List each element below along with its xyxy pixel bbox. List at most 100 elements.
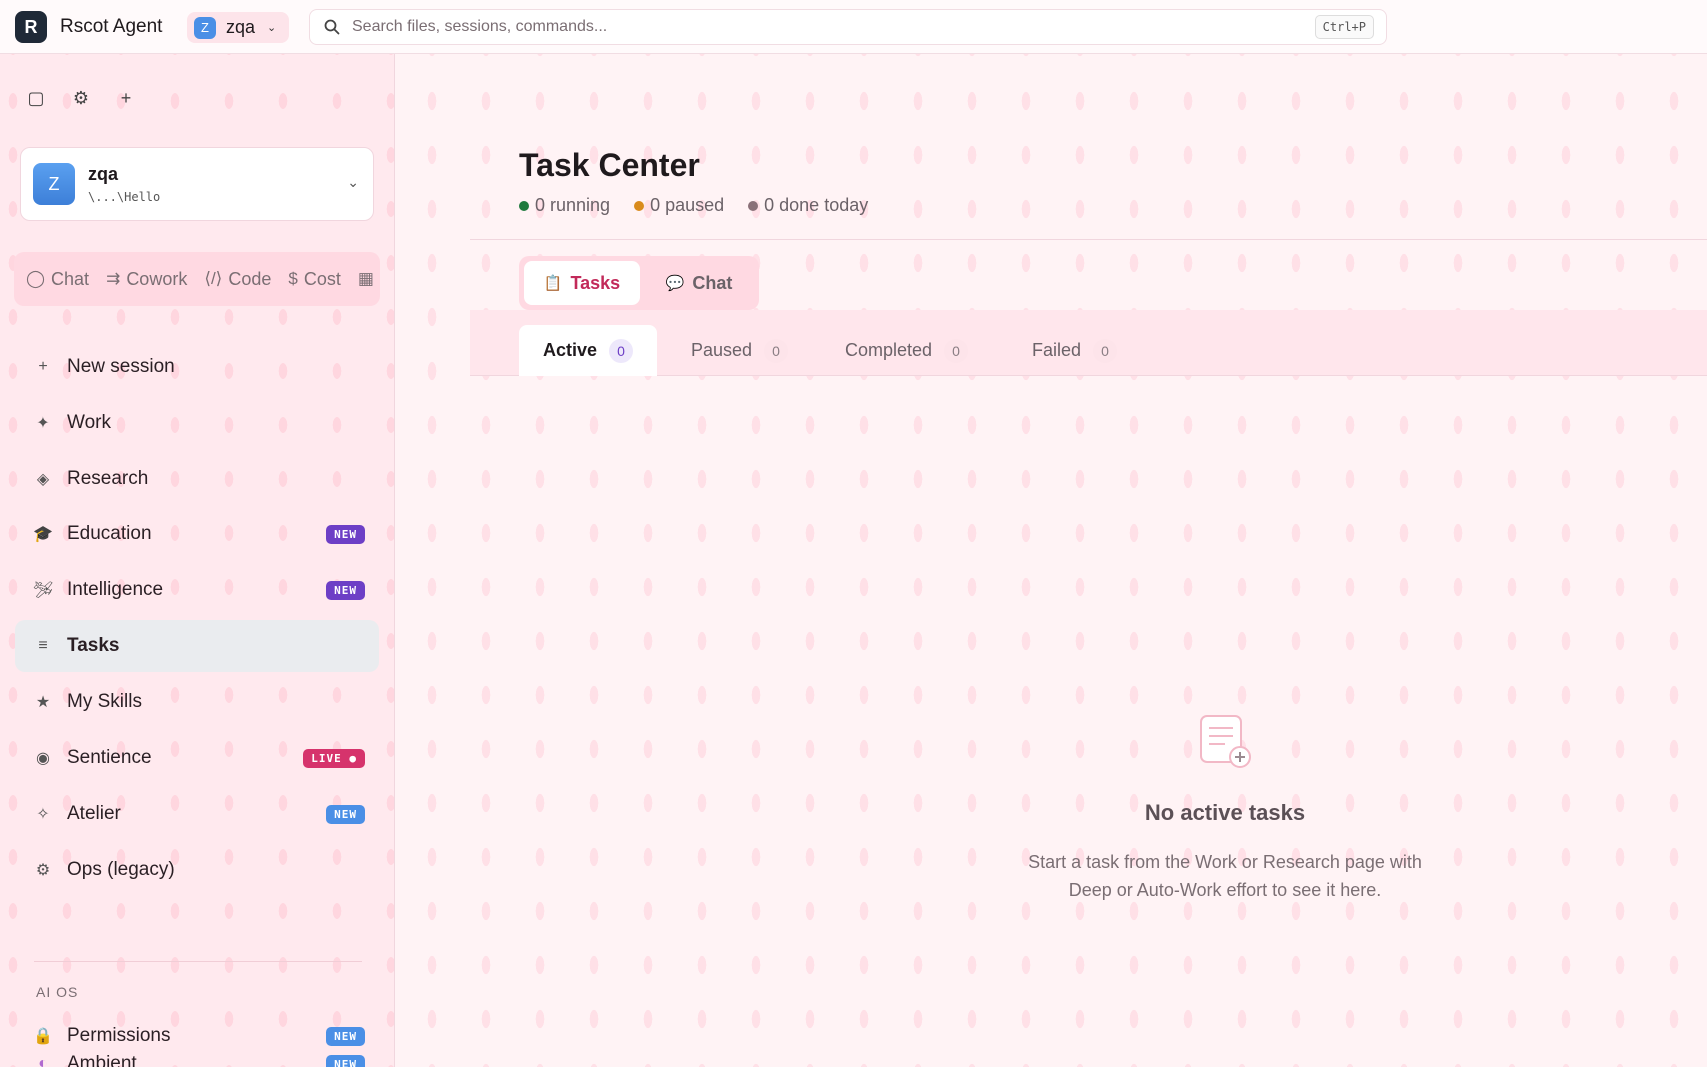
sidebar-item-ambient[interactable]: ◐ Ambient NEW bbox=[15, 1039, 379, 1067]
add-button[interactable]: + bbox=[113, 85, 139, 111]
main-content: Task Center 0 running 0 paused 0 done to… bbox=[395, 54, 1707, 1067]
sidebar-item-tasks[interactable]: ≡ Tasks bbox=[15, 620, 379, 672]
search-shortcut: Ctrl+P bbox=[1314, 15, 1374, 39]
page-title: Task Center bbox=[519, 147, 700, 183]
dollar-icon: $ bbox=[288, 269, 298, 288]
workspace-path: \...\Hello bbox=[88, 190, 161, 204]
sidebar-item-label: Education bbox=[67, 523, 152, 544]
live-badge: LIVE ● bbox=[303, 748, 365, 768]
top-bar: R Rscot Agent Z zqa ⌄ Ctrl+P bbox=[0, 0, 1707, 54]
circle-icon: ◯ bbox=[26, 269, 46, 288]
mode-label: Cost bbox=[303, 268, 341, 289]
settings-button[interactable]: ⚙ bbox=[68, 85, 94, 111]
ambient-icon: ◐ bbox=[38, 1055, 48, 1067]
stat-running: 0 running bbox=[519, 195, 610, 216]
plane-icon: 🛩 bbox=[33, 582, 54, 599]
sidebar-item-label: Sentience bbox=[67, 747, 152, 768]
plus-icon: + bbox=[38, 358, 48, 375]
search-icon bbox=[324, 19, 340, 35]
mode-grid[interactable]: ▦ bbox=[358, 269, 374, 289]
segment-chat[interactable]: 💬 Chat bbox=[646, 261, 752, 305]
mode-label: Cowork bbox=[126, 268, 188, 289]
new-badge: NEW bbox=[326, 804, 365, 824]
workspace-name: zqa bbox=[226, 17, 256, 37]
new-badge: NEW bbox=[326, 580, 365, 600]
sidebar-item-research[interactable]: ◈ Research bbox=[15, 453, 379, 505]
sidebar-item-intelligence[interactable]: 🛩 Intelligence NEW bbox=[15, 564, 379, 616]
status-dot bbox=[634, 200, 645, 211]
new-badge: NEW bbox=[326, 1054, 365, 1067]
tab-active[interactable]: Active 0 bbox=[519, 325, 658, 376]
new-document-icon bbox=[1200, 715, 1251, 768]
sparkle-icon: ✦ bbox=[36, 415, 50, 432]
diamond-icon: ◈ bbox=[36, 471, 50, 488]
mode-label: Code bbox=[228, 268, 272, 289]
mode-code[interactable]: ⟨/⟩ Code bbox=[204, 269, 271, 290]
workspace-name: zqa bbox=[88, 164, 119, 184]
sidebar-item-label: Intelligence bbox=[67, 579, 164, 600]
plus-icon: + bbox=[120, 87, 132, 108]
sparkle-outline-icon: ✧ bbox=[36, 806, 50, 823]
sidebar-item-label: New session bbox=[67, 356, 175, 377]
sidebar-item-ops-legacy[interactable]: ⚙ Ops (legacy) bbox=[15, 844, 379, 896]
tab-paused[interactable]: Paused 0 bbox=[691, 325, 789, 376]
search-bar[interactable]: Ctrl+P bbox=[309, 9, 1387, 45]
workspace-card[interactable]: Z zqa \...\Hello ⌄ bbox=[20, 147, 374, 221]
arrows-icon: ⇉ bbox=[106, 269, 121, 288]
sidebar-item-label: Ambient bbox=[67, 1053, 137, 1067]
sidebar-item-sentience[interactable]: ◉ Sentience LIVE ● bbox=[15, 732, 379, 784]
grid-icon: ▦ bbox=[357, 269, 374, 288]
sidebar-item-label: Research bbox=[67, 468, 149, 489]
sidebar-divider bbox=[34, 961, 362, 962]
status-dot bbox=[519, 200, 529, 211]
app-logo: R bbox=[15, 11, 47, 43]
mode-label: Chat bbox=[51, 268, 90, 289]
workspace-avatar: Z bbox=[194, 16, 216, 39]
segment-tasks[interactable]: 📋 Tasks bbox=[524, 261, 640, 305]
radio-icon: ◉ bbox=[36, 750, 50, 767]
sidebar-toggle-button[interactable]: ▢ bbox=[23, 85, 49, 111]
search-input[interactable] bbox=[352, 10, 1232, 44]
speech-bubble-icon: 💬 bbox=[665, 275, 685, 292]
view-switcher: 📋 Tasks 💬 Chat bbox=[519, 256, 759, 310]
star-icon: ★ bbox=[35, 694, 51, 711]
sidebar: ▢ ⚙ + Z zqa \...\Hello ⌄ ◯ Chat ⇉ Cowork… bbox=[0, 54, 395, 1067]
sidebar-item-atelier[interactable]: ✧ Atelier NEW bbox=[15, 788, 379, 840]
workspace-avatar: Z bbox=[33, 163, 75, 205]
app-title: Rscot Agent bbox=[60, 16, 163, 37]
sidebar-item-label: Ops (legacy) bbox=[67, 859, 175, 880]
mode-cowork[interactable]: ⇉ Cowork bbox=[106, 269, 187, 290]
stat-paused: 0 paused bbox=[634, 195, 724, 216]
mode-chat[interactable]: ◯ Chat bbox=[26, 269, 89, 290]
code-icon: ⟨/⟩ bbox=[204, 269, 223, 288]
sidebar-item-my-skills[interactable]: ★ My Skills bbox=[15, 676, 379, 728]
header-divider bbox=[470, 239, 1707, 240]
sidebar-item-new-session[interactable]: + New session bbox=[15, 341, 379, 393]
gear-icon: ⚙ bbox=[72, 87, 90, 108]
count-badge: 0 bbox=[764, 338, 789, 363]
status-dot bbox=[748, 200, 759, 211]
workspace-switcher[interactable]: Z zqa ⌄ bbox=[187, 12, 289, 43]
count-badge: 0 bbox=[1093, 338, 1118, 363]
mode-switcher: ◯ Chat ⇉ Cowork ⟨/⟩ Code $ Cost ▦ bbox=[14, 252, 380, 306]
stat-done-today: 0 done today bbox=[748, 195, 868, 216]
sidebar-item-work[interactable]: ✦ Work bbox=[15, 397, 379, 449]
graduation-cap-icon: 🎓 bbox=[33, 526, 53, 543]
gear-icon: ⚙ bbox=[35, 862, 51, 879]
sidebar-item-education[interactable]: 🎓 Education NEW bbox=[15, 508, 379, 560]
sidebar-item-label: Work bbox=[67, 412, 111, 433]
mode-cost[interactable]: $ Cost bbox=[288, 269, 340, 290]
tab-completed[interactable]: Completed 0 bbox=[845, 325, 969, 376]
sidebar-item-label: Atelier bbox=[67, 803, 121, 824]
chevron-down-icon: ⌄ bbox=[267, 22, 277, 34]
list-icon: ≡ bbox=[38, 637, 48, 654]
tab-failed[interactable]: Failed 0 bbox=[1032, 325, 1118, 376]
empty-state-title: No active tasks bbox=[1144, 800, 1306, 825]
sidebar-item-label: My Skills bbox=[67, 691, 142, 712]
count-badge: 0 bbox=[609, 338, 634, 363]
new-badge: NEW bbox=[326, 524, 365, 544]
chevron-down-icon: ⌄ bbox=[347, 174, 359, 190]
square-icon: ▢ bbox=[27, 87, 45, 108]
sidebar-item-label: Tasks bbox=[67, 635, 120, 656]
empty-state-description: Start a task from the Work or Research p… bbox=[1028, 852, 1422, 900]
